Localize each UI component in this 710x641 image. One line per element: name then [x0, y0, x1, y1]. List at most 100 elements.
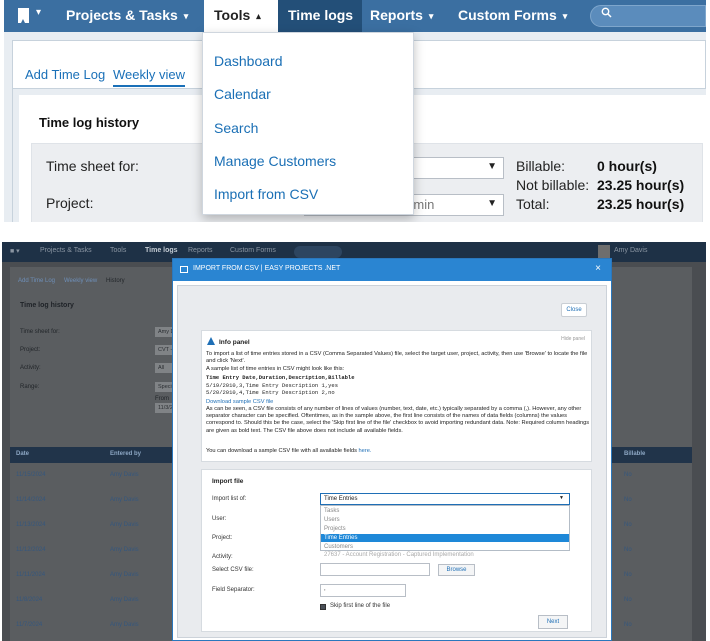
import-list-of-label: Import list of:	[212, 496, 247, 502]
info-panel: Info panel Hide panel To import a list o…	[201, 330, 592, 462]
nav-custom-forms[interactable]: Custom Forms ▾	[458, 0, 567, 32]
close-icon[interactable]: ×	[595, 263, 601, 274]
nav-time-logs[interactable]: Time logs	[278, 0, 362, 32]
total-value: 23.25 hour(s)	[597, 196, 685, 212]
nav-reports[interactable]: Reports	[188, 247, 213, 254]
activity-label: Activity:	[212, 554, 233, 560]
range-label: Range:	[20, 384, 40, 390]
row-date: 11/7/2024	[16, 622, 43, 628]
nav-time-logs-label: Time logs	[288, 7, 354, 23]
menu-item-manage-customers[interactable]: Manage Customers	[214, 153, 336, 169]
row-billable: No	[624, 522, 632, 528]
skip-first-line-checkbox[interactable]	[320, 604, 326, 610]
app-logo-button[interactable]: ▾	[12, 4, 56, 28]
chevron-up-icon: ▴	[256, 11, 261, 21]
option-users[interactable]: Users	[321, 516, 569, 524]
row-entered-by: Amy Davis	[110, 597, 139, 603]
csv-file-input[interactable]	[320, 563, 430, 576]
hide-panel-link[interactable]: Hide panel	[561, 336, 585, 342]
tab-weekly-view[interactable]: Weekly view	[113, 67, 186, 87]
row-billable: No	[624, 497, 632, 503]
row-date: 11/14/2024	[16, 497, 46, 503]
project-label: Project:	[46, 195, 94, 211]
billable-label: Billable:	[516, 158, 566, 174]
entered-by-header[interactable]: Entered by	[110, 451, 141, 457]
date-header[interactable]: Date	[16, 451, 29, 457]
billable-column-dimmed: Billable No No No No No No No	[610, 267, 692, 641]
nav-custom-forms[interactable]: Custom Forms	[230, 247, 276, 254]
next-button[interactable]: Next	[538, 615, 568, 629]
menu-item-dashboard[interactable]: Dashboard	[214, 53, 283, 69]
menu-item-search[interactable]: Search	[214, 120, 258, 136]
nav-projects-tasks[interactable]: Projects & Tasks	[40, 247, 92, 254]
nav-projects-tasks[interactable]: Projects & Tasks ▾	[66, 0, 188, 32]
nav-reports[interactable]: Reports ▾	[370, 0, 433, 32]
download-all-fields-link[interactable]: here.	[359, 448, 372, 454]
row-entered-by: Amy Davis	[110, 497, 139, 503]
field-separator-label: Field Separator:	[212, 587, 255, 593]
option-time-entries[interactable]: Time Entries	[321, 534, 569, 542]
info-paragraph-3: As can be seen, a CSV file consists of a…	[206, 406, 590, 434]
close-button[interactable]: Close	[561, 303, 587, 317]
search-icon	[601, 7, 612, 21]
project-label: Project:	[212, 535, 233, 541]
user-name[interactable]: Amy Davis	[614, 247, 647, 254]
row-date: 11/12/2024	[16, 547, 46, 553]
info-paragraph-1: To import a list of time entries stored …	[206, 351, 588, 365]
menu-item-calendar[interactable]: Calendar	[214, 86, 271, 102]
chevron-down-icon: ▼	[487, 161, 497, 172]
window-icon	[180, 266, 188, 273]
tab-add-time-log[interactable]: Add Time Log	[25, 67, 105, 82]
row-date: 11/11/2024	[16, 572, 46, 578]
billable-value: 0 hour(s)	[597, 158, 657, 174]
tab-weekly-view[interactable]: Weekly view	[64, 278, 97, 284]
chevron-down-icon: ▾	[36, 7, 42, 18]
search-input[interactable]	[590, 5, 706, 27]
bookmark-icon[interactable]: ■ ▾	[10, 247, 20, 255]
field-separator-input[interactable]: ,	[320, 584, 406, 597]
billable-header[interactable]: Billable	[610, 447, 692, 463]
import-list-select[interactable]: Time Entries ▼	[320, 493, 570, 505]
modal-title: IMPORT FROM CSV | EASY PROJECTS .NET	[193, 265, 341, 272]
activity-select[interactable]: 27637 - Account Registration - Captured …	[324, 552, 474, 558]
info-panel-title: Info panel	[219, 339, 250, 346]
browse-button[interactable]: Browse	[438, 564, 475, 576]
row-date: 11/13/2024	[16, 522, 46, 528]
warning-icon	[207, 337, 215, 345]
nav-tools[interactable]: Tools ▴	[204, 0, 278, 32]
modal-header: IMPORT FROM CSV | EASY PROJECTS .NET ×	[173, 259, 611, 281]
search-input[interactable]	[294, 246, 342, 258]
menu-item-import-from-csv[interactable]: Import from CSV	[214, 186, 318, 202]
row-entered-by: Amy Davis	[110, 472, 139, 478]
bookmark-icon	[18, 8, 29, 23]
not-billable-value: 23.25 hour(s)	[597, 177, 685, 193]
import-file-title: Import file	[212, 478, 244, 485]
page-title: Time log history	[39, 115, 140, 130]
row-entered-by: Amy Davis	[110, 522, 139, 528]
row-billable: No	[624, 547, 632, 553]
option-customers[interactable]: Customers	[321, 543, 569, 551]
avatar[interactable]	[598, 245, 610, 258]
time-sheet-for-label: Time sheet for:	[46, 158, 139, 174]
row-billable: No	[624, 597, 632, 603]
import-list-options: Tasks Users Projects Time Entries Custom…	[320, 505, 570, 551]
row-date: 11/8/2024	[16, 597, 43, 603]
project-label: Project:	[20, 347, 41, 353]
row-billable: No	[624, 472, 632, 478]
total-label: Total:	[516, 196, 550, 212]
nav-tools[interactable]: Tools	[110, 247, 126, 254]
from-label: From	[155, 396, 169, 402]
import-list-selected: Time Entries	[324, 496, 358, 502]
chevron-down-icon: ▾	[183, 11, 189, 21]
csv-sample-line-3: 5/20/2010,4,Time Entry Description 2,no	[206, 389, 335, 396]
nav-time-logs[interactable]: Time logs	[145, 247, 178, 254]
tab-add-time-log[interactable]: Add Time Log	[18, 278, 55, 284]
nav-projects-tasks-label: Projects & Tasks	[66, 7, 178, 23]
import-file-panel: Import file Import list of: User: Projec…	[201, 469, 592, 632]
billable-header-label: Billable	[624, 451, 646, 457]
option-projects[interactable]: Projects	[321, 525, 569, 533]
option-tasks[interactable]: Tasks	[321, 507, 569, 515]
bottom-screenshot: ■ ▾ Projects & Tasks Tools Time logs Rep…	[2, 242, 706, 641]
tab-history[interactable]: History	[106, 278, 125, 284]
chevron-down-icon: ▾	[562, 11, 568, 21]
